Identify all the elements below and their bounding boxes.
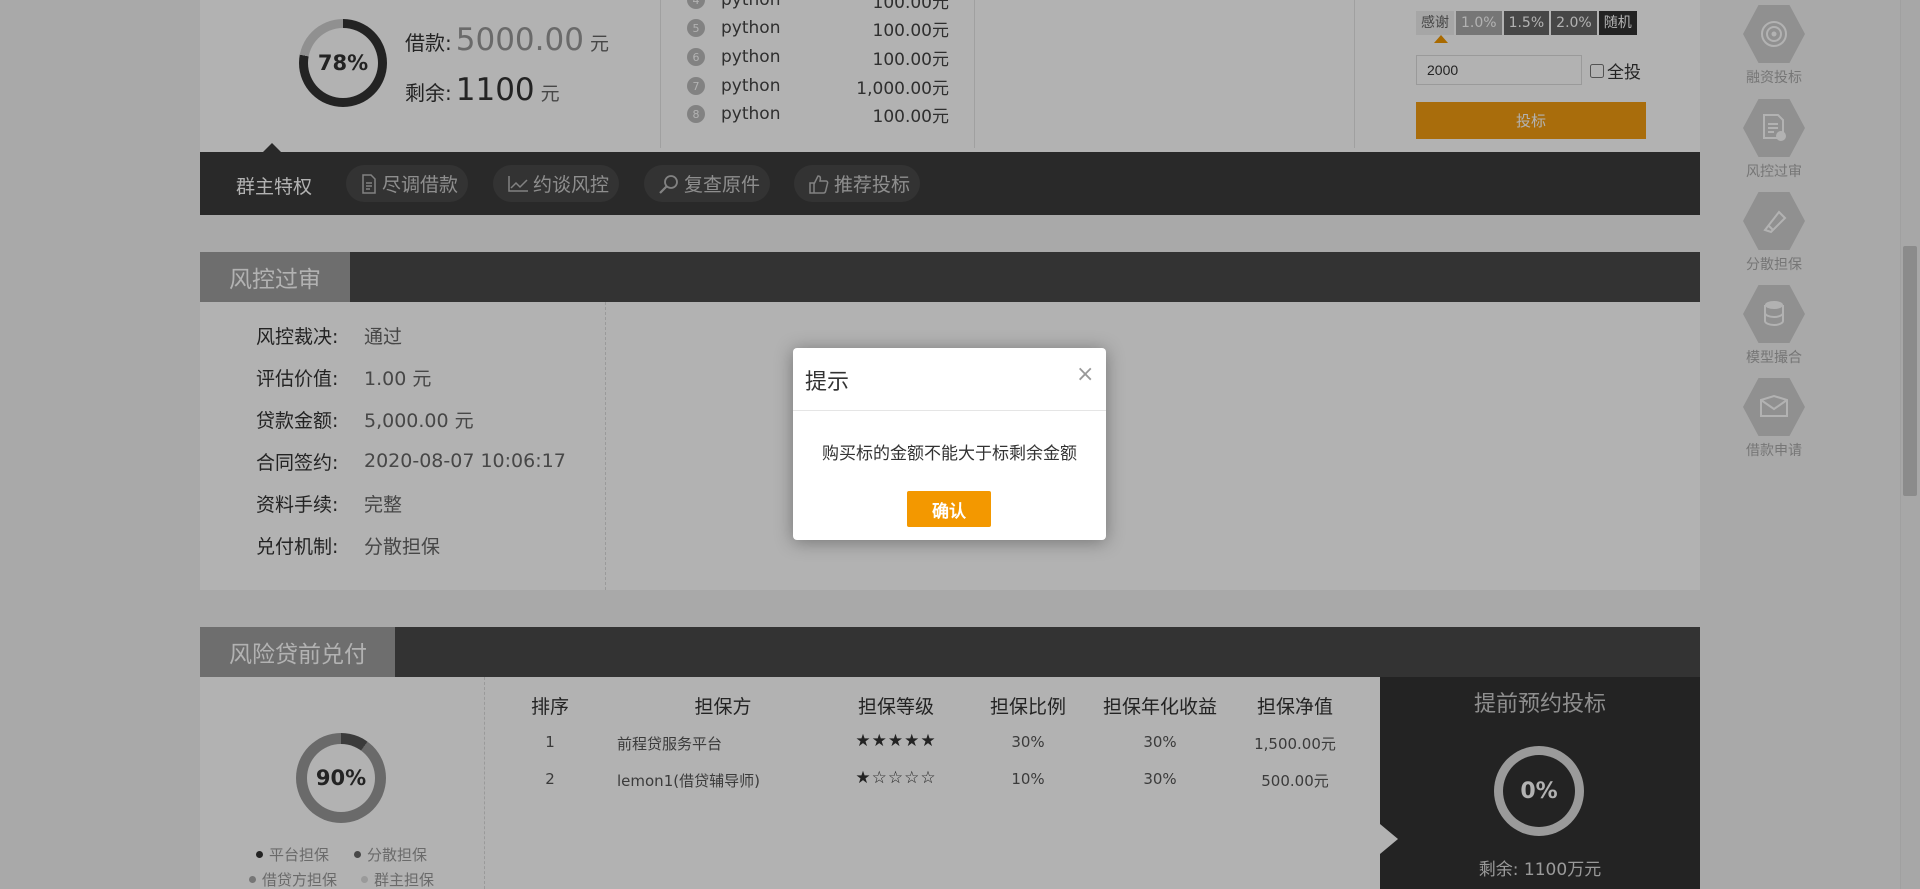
dialog-message: 购买标的金额不能大于标剩余金额 xyxy=(822,444,1077,464)
dialog-title: 提示 xyxy=(805,370,850,395)
dialog-divider xyxy=(793,410,1106,411)
confirm-button[interactable]: 确认 xyxy=(907,491,991,527)
close-icon[interactable]: × xyxy=(1076,362,1094,387)
